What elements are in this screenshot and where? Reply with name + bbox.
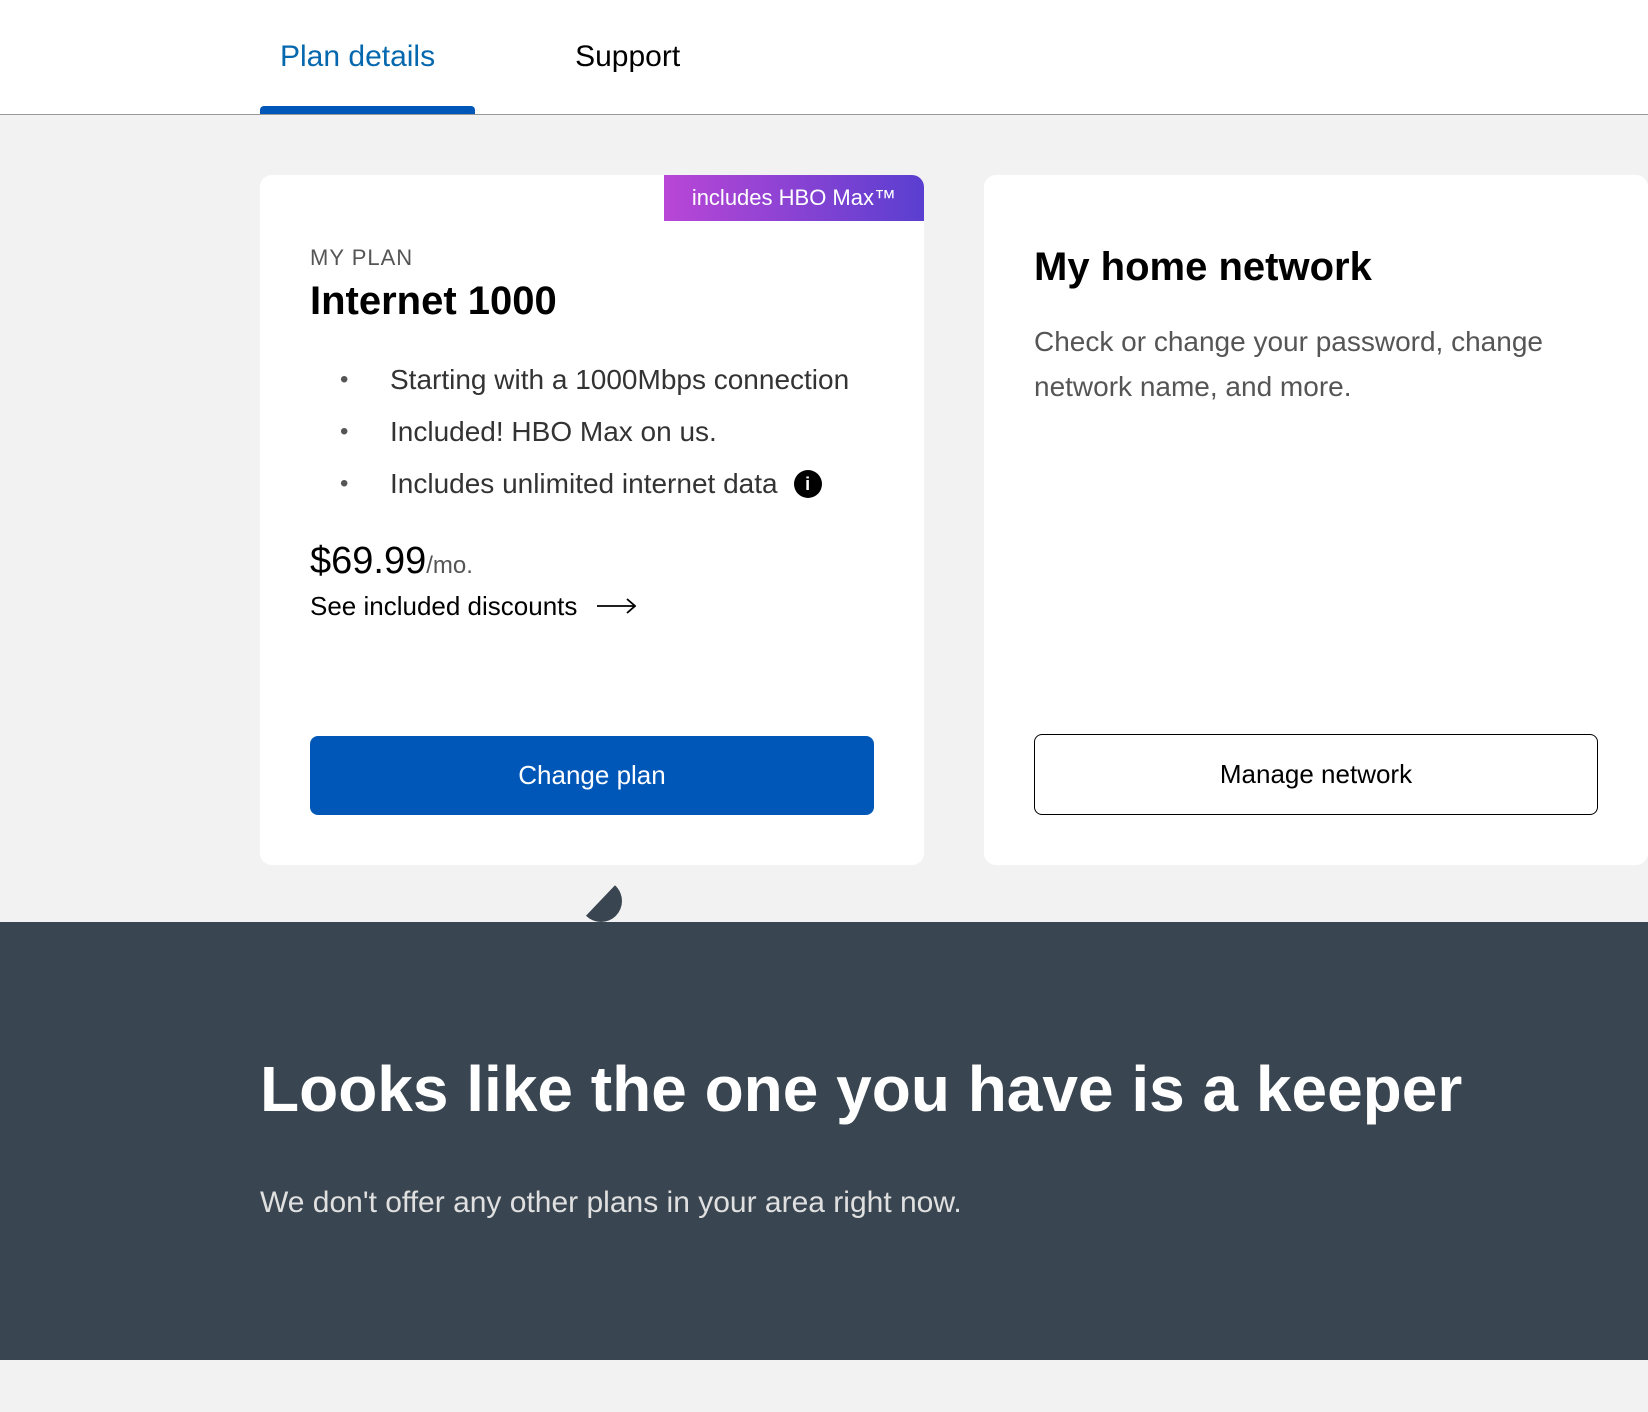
bottom-text: We don't offer any other plans in your a… <box>260 1186 1648 1220</box>
discounts-link-text: See included discounts <box>310 591 577 622</box>
plan-feature-text: Starting with a 1000Mbps connection <box>390 364 849 396</box>
network-description: Check or change your password, change ne… <box>1034 320 1598 410</box>
price-row: $69.99/mo. <box>310 540 874 583</box>
tab-plan-details[interactable]: Plan details <box>260 0 475 114</box>
arrow-right-icon <box>597 591 639 622</box>
plan-label: MY PLAN <box>310 245 874 271</box>
plan-card: includes HBO Max™ MY PLAN Internet 1000 … <box>260 175 924 865</box>
arrow-pointer-icon <box>580 880 660 922</box>
plan-feature: Starting with a 1000Mbps connection <box>340 354 874 406</box>
change-plan-button[interactable]: Change plan <box>310 736 874 815</box>
bottom-heading: Looks like the one you have is a keeper <box>260 1052 1648 1126</box>
plan-feature: Included! HBO Max on us. <box>340 406 874 458</box>
network-card: My home network Check or change your pas… <box>984 175 1648 865</box>
price-suffix: /mo. <box>426 552 473 579</box>
tabs-nav: Plan details Support <box>0 0 1648 115</box>
network-title: My home network <box>1034 245 1598 290</box>
manage-network-button[interactable]: Manage network <box>1034 734 1598 815</box>
cards-section: includes HBO Max™ MY PLAN Internet 1000 … <box>0 115 1648 925</box>
price-amount: $69.99 <box>310 540 426 582</box>
hbo-badge: includes HBO Max™ <box>664 175 924 221</box>
plan-feature-text: Includes unlimited internet data <box>390 468 778 500</box>
plan-features: Starting with a 1000Mbps connection Incl… <box>310 354 874 510</box>
bottom-section: Looks like the one you have is a keeper … <box>0 922 1648 1360</box>
info-icon[interactable]: i <box>794 470 822 498</box>
discounts-link[interactable]: See included discounts <box>310 591 874 622</box>
tab-support[interactable]: Support <box>555 0 720 114</box>
plan-feature: Includes unlimited internet data i <box>340 458 874 510</box>
plan-title: Internet 1000 <box>310 279 874 324</box>
plan-feature-text: Included! HBO Max on us. <box>390 416 717 448</box>
